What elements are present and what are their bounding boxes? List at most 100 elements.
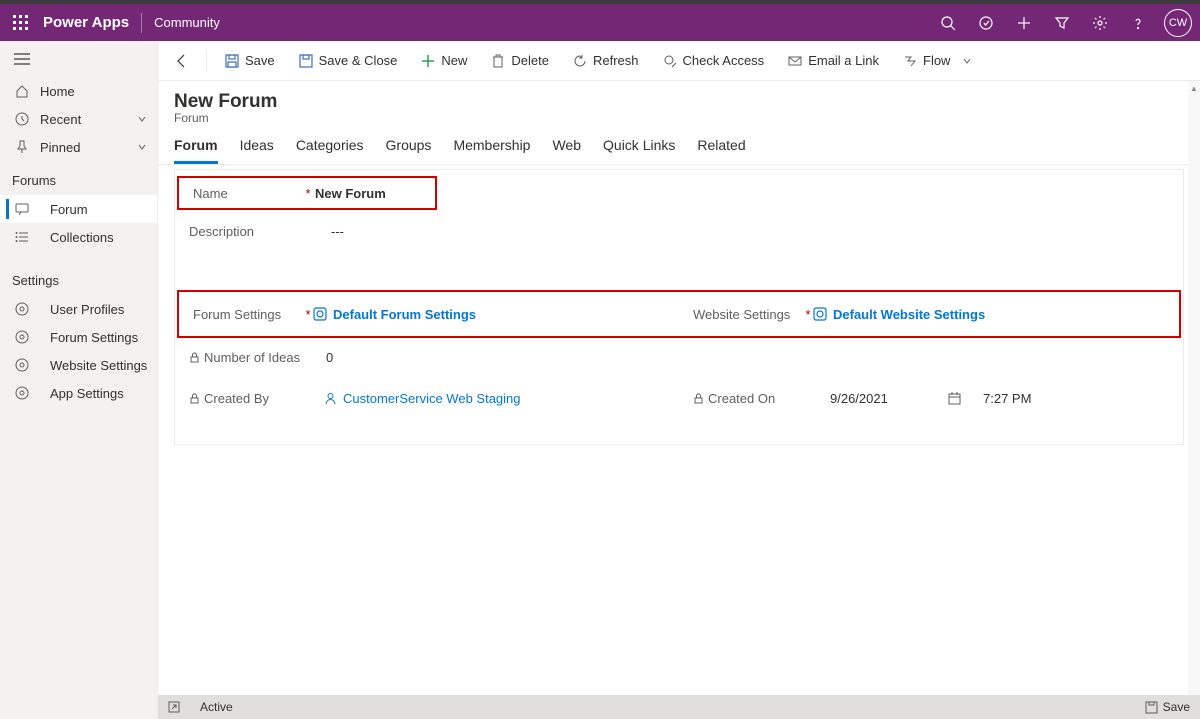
pin-icon — [14, 140, 30, 154]
field-name-highlight: Name * New Forum — [177, 176, 437, 210]
spacer — [175, 250, 1183, 290]
title-area: New Forum Forum — [158, 81, 1200, 125]
gear-icon — [14, 302, 30, 316]
nav-section-settings: Settings — [0, 265, 157, 295]
tabs: Forum Ideas Categories Groups Membership… — [158, 125, 1200, 165]
footer-save-label: Save — [1163, 700, 1190, 714]
hamburger-icon[interactable] — [0, 41, 157, 77]
gear-icon — [14, 386, 30, 400]
settings-row-highlight: Forum Settings * Default Forum Settings … — [177, 290, 1181, 338]
lock-icon — [189, 352, 200, 363]
cmd-delete[interactable]: Delete — [481, 45, 559, 77]
nav-forum-label: Forum — [50, 202, 88, 217]
required-indicator: * — [803, 307, 813, 322]
status-bar: Active Save — [158, 695, 1200, 719]
popout-icon[interactable] — [168, 701, 180, 713]
search-icon[interactable] — [930, 5, 966, 41]
save-icon — [225, 54, 239, 68]
nav-collections[interactable]: Collections — [0, 223, 157, 251]
field-created-by: Created By CustomerService Web Staging — [175, 376, 679, 420]
cmd-refresh-label: Refresh — [593, 53, 639, 68]
nav-section-forums: Forums — [0, 165, 157, 195]
scrollbar[interactable]: ▲ — [1188, 81, 1200, 695]
nav-website-settings[interactable]: Website Settings — [0, 351, 157, 379]
command-bar: Save Save & Close New Delete Refresh Che… — [158, 41, 1200, 81]
nav-forum-settings-label: Forum Settings — [50, 330, 138, 345]
field-created-on-time: 7:27 PM — [981, 391, 1031, 406]
filter-icon[interactable] — [1044, 5, 1080, 41]
calendar-icon — [948, 392, 961, 405]
add-icon[interactable] — [1006, 5, 1042, 41]
cmd-flow[interactable]: Flow — [893, 45, 982, 77]
tab-ideas[interactable]: Ideas — [240, 137, 274, 164]
app-header: Power Apps Community CW — [0, 0, 1200, 41]
nav-pinned[interactable]: Pinned — [0, 133, 157, 161]
field-created-on: Created On 9/26/2021 7:27 PM — [679, 376, 1183, 420]
created-row: Created By CustomerService Web Staging C… — [175, 376, 1183, 420]
nav-recent-label: Recent — [40, 112, 81, 127]
settings-icon[interactable] — [1082, 5, 1118, 41]
nav-app-settings[interactable]: App Settings — [0, 379, 157, 407]
tab-groups[interactable]: Groups — [386, 137, 432, 164]
cmd-check-access[interactable]: Check Access — [653, 45, 775, 77]
flow-icon — [903, 54, 917, 68]
back-button[interactable] — [166, 53, 198, 69]
help-icon[interactable] — [1120, 5, 1156, 41]
cmd-new[interactable]: New — [411, 45, 477, 77]
gear-icon — [14, 330, 30, 344]
clock-icon — [14, 112, 30, 126]
nav-home-label: Home — [40, 84, 75, 99]
cmd-refresh[interactable]: Refresh — [563, 45, 649, 77]
field-name-value[interactable]: New Forum — [313, 186, 386, 201]
cmd-email-link[interactable]: Email a Link — [778, 45, 889, 77]
tab-membership[interactable]: Membership — [453, 137, 530, 164]
field-forum-settings-value[interactable]: Default Forum Settings — [313, 307, 476, 322]
scroll-up-icon[interactable]: ▲ — [1188, 81, 1200, 95]
nav-user-profiles-label: User Profiles — [50, 302, 124, 317]
cmd-check-access-label: Check Access — [683, 53, 765, 68]
cmd-save[interactable]: Save — [215, 45, 285, 77]
cmd-save-label: Save — [245, 53, 275, 68]
brand-label[interactable]: Power Apps — [43, 14, 129, 31]
avatar[interactable]: CW — [1164, 9, 1192, 37]
field-website-settings-value[interactable]: Default Website Settings — [813, 307, 985, 322]
page-subtitle: Forum — [174, 111, 1184, 125]
page-title: New Forum — [174, 91, 1184, 113]
save-icon — [1145, 701, 1158, 714]
field-forum-settings-text: Default Forum Settings — [333, 307, 476, 322]
field-description-row: Description --- — [175, 212, 1183, 250]
waffle-icon[interactable] — [0, 4, 41, 41]
lock-icon — [189, 393, 200, 404]
nav-home[interactable]: Home — [0, 77, 157, 105]
nav-pinned-label: Pinned — [40, 140, 80, 155]
tab-forum[interactable]: Forum — [174, 137, 218, 164]
mail-icon — [788, 54, 802, 68]
cmd-delete-label: Delete — [511, 53, 549, 68]
chevron-down-icon — [137, 142, 147, 152]
tab-quick-links[interactable]: Quick Links — [603, 137, 675, 164]
save-close-icon — [299, 54, 313, 68]
field-description-label: Description — [189, 224, 319, 239]
app-name-label[interactable]: Community — [154, 15, 220, 30]
cmd-save-close[interactable]: Save & Close — [289, 45, 408, 77]
tab-web[interactable]: Web — [552, 137, 581, 164]
tab-categories[interactable]: Categories — [296, 137, 364, 164]
check-access-icon — [663, 54, 677, 68]
trash-icon — [491, 54, 505, 68]
field-created-by-value[interactable]: CustomerService Web Staging — [324, 391, 521, 406]
tab-related[interactable]: Related — [697, 137, 745, 164]
nav-user-profiles[interactable]: User Profiles — [0, 295, 157, 323]
nav-forum-settings[interactable]: Forum Settings — [0, 323, 157, 351]
nav-recent[interactable]: Recent — [0, 105, 157, 133]
gear-icon — [14, 358, 30, 372]
chevron-down-icon — [137, 114, 147, 124]
forum-icon — [14, 202, 30, 216]
footer-save-button[interactable]: Save — [1145, 700, 1190, 714]
nav-forum[interactable]: Forum — [0, 195, 157, 223]
status-state: Active — [200, 700, 233, 714]
cmd-new-label: New — [441, 53, 467, 68]
field-description-value[interactable]: --- — [329, 224, 344, 239]
assistant-icon[interactable] — [968, 5, 1004, 41]
chevron-down-icon — [962, 56, 972, 66]
field-website-settings-label: Website Settings — [693, 307, 803, 322]
